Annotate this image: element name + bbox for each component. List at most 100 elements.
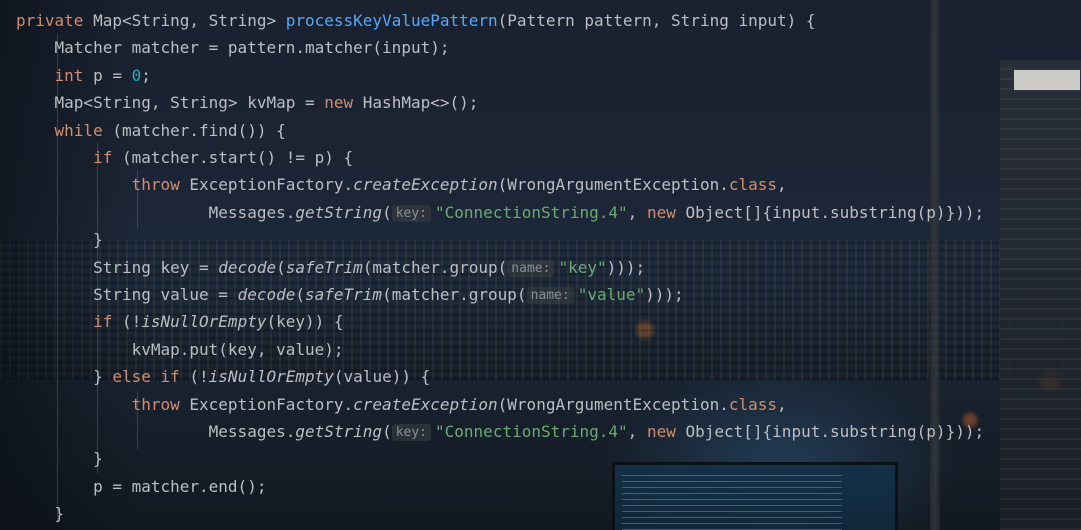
code-token: ,	[627, 202, 647, 222]
code-token: Object[]{input.substring(p)}));	[675, 202, 985, 222]
code-token: ,	[627, 422, 647, 441]
code-line[interactable]: } else if (!isNullOrEmpty(value)) {	[16, 363, 430, 390]
code-token: (	[382, 202, 392, 222]
code-line[interactable]: int p = 0;	[16, 62, 151, 89]
code-token: }	[16, 230, 103, 250]
code-token: new	[324, 93, 354, 113]
code-token: (	[276, 257, 286, 277]
code-token: else if	[112, 367, 180, 387]
code-token: Object[]{input.substring(p)}));	[675, 422, 985, 441]
code-line[interactable]: }	[16, 500, 65, 527]
code-token: createException	[353, 394, 498, 414]
code-token: (!	[179, 367, 209, 387]
code-token: "ConnectionString.4"	[435, 202, 628, 222]
code-token: (key)) {	[266, 312, 344, 332]
code-line[interactable]: p = matcher.end();	[16, 473, 266, 500]
code-token: getString	[295, 202, 383, 222]
code-token: (matcher.group(	[382, 285, 527, 304]
code-token: ExceptionFactory.	[179, 175, 354, 195]
code-line[interactable]: Messages.getString(key: "ConnectionString…	[16, 199, 984, 226]
code-token: isNullOrEmpty	[208, 367, 334, 387]
inlay-hint: name:	[507, 259, 555, 277]
code-token: ,	[777, 394, 787, 414]
code-token: ExceptionFactory.	[179, 394, 354, 414]
code-token: (WrongArgumentException.	[497, 394, 729, 414]
code-token: processKeyValuePattern	[285, 11, 498, 30]
code-token: throw	[131, 394, 180, 414]
code-line[interactable]: }	[16, 445, 103, 472]
code-token: "key"	[558, 257, 607, 277]
code-token: getString	[295, 422, 383, 441]
code-token: "value"	[577, 285, 646, 304]
inlay-hint: key:	[391, 204, 432, 222]
code-token: Map<String, String> kvMap =	[16, 93, 325, 113]
code-line[interactable]: if (matcher.start() != p) {	[16, 144, 353, 171]
code-line[interactable]: String key = decode(safeTrim(matcher.gro…	[16, 254, 645, 281]
code-token: kvMap.put(key, value);	[16, 339, 344, 359]
code-token: isNullOrEmpty	[141, 312, 267, 332]
code-token: )));	[606, 257, 646, 277]
code-token: throw	[131, 175, 180, 195]
code-token: )));	[645, 285, 684, 304]
code-line[interactable]: while (matcher.find()) {	[16, 117, 286, 144]
code-token: new	[646, 202, 676, 222]
code-token: safeTrim	[285, 257, 363, 277]
inlay-hint: name:	[526, 287, 574, 304]
code-token: p = matcher.end();	[16, 476, 267, 496]
code-line[interactable]: throw ExceptionFactory.createException(W…	[16, 391, 787, 418]
code-line[interactable]: kvMap.put(key, value);	[16, 336, 344, 363]
code-line[interactable]: String value = decode(safeTrim(matcher.g…	[16, 281, 684, 308]
code-token: "ConnectionString.4"	[435, 422, 628, 441]
code-token: class	[728, 394, 778, 414]
inlay-hint: key:	[391, 424, 432, 441]
code-token: int	[54, 65, 84, 85]
code-line[interactable]: }	[16, 226, 103, 253]
code-token: (	[295, 285, 305, 304]
code-token: createException	[353, 175, 498, 195]
code-line[interactable]: private Map<String, String> processKeyVa…	[16, 7, 816, 34]
code-line[interactable]: Messages.getString(key: "ConnectionString…	[16, 418, 984, 445]
code-token: }	[16, 367, 113, 387]
code-token: (WrongArgumentException.	[497, 175, 729, 195]
code-token: HashMap<>();	[353, 93, 479, 113]
code-token: if	[93, 148, 113, 167]
code-token: (value)) {	[333, 367, 431, 387]
code-token: private	[16, 11, 84, 30]
code-token: (matcher.find()) {	[102, 120, 286, 140]
code-token: (Pattern pattern, String input) {	[497, 11, 816, 30]
code-token: if	[93, 312, 113, 332]
code-line[interactable]: if (!isNullOrEmpty(key)) {	[16, 308, 344, 335]
code-token: }	[16, 504, 65, 524]
code-token: safeTrim	[305, 285, 383, 304]
code-token: decode	[218, 257, 277, 277]
code-line[interactable]: Matcher matcher = pattern.matcher(input)…	[16, 34, 450, 61]
code-token: ;	[141, 65, 151, 85]
code-editor[interactable]: private Map<String, String> processKeyVa…	[0, 0, 1081, 530]
code-token: Matcher matcher = pattern.matcher(input)…	[16, 38, 450, 58]
code-token: }	[16, 449, 103, 469]
code-token: ,	[777, 175, 787, 195]
code-token: (matcher.start() != p) {	[112, 148, 354, 167]
code-token: decode	[237, 285, 296, 304]
code-token: (matcher.group(	[362, 257, 508, 277]
code-token: new	[646, 422, 676, 441]
code-token: while	[54, 120, 103, 140]
code-line[interactable]: Map<String, String> kvMap = new HashMap<…	[16, 89, 479, 116]
code-token: String key =	[16, 257, 219, 277]
code-token: Messages.	[16, 202, 296, 222]
code-line[interactable]: throw ExceptionFactory.createException(W…	[16, 171, 787, 198]
code-token: p =	[83, 65, 132, 85]
code-token: 0	[131, 65, 142, 85]
code-token: class	[728, 175, 778, 195]
code-token: (	[382, 422, 392, 441]
code-token: (!	[112, 312, 142, 332]
code-token: Map<String, String>	[83, 11, 286, 30]
code-token: Messages.	[16, 422, 296, 441]
code-token: String value =	[16, 285, 238, 304]
